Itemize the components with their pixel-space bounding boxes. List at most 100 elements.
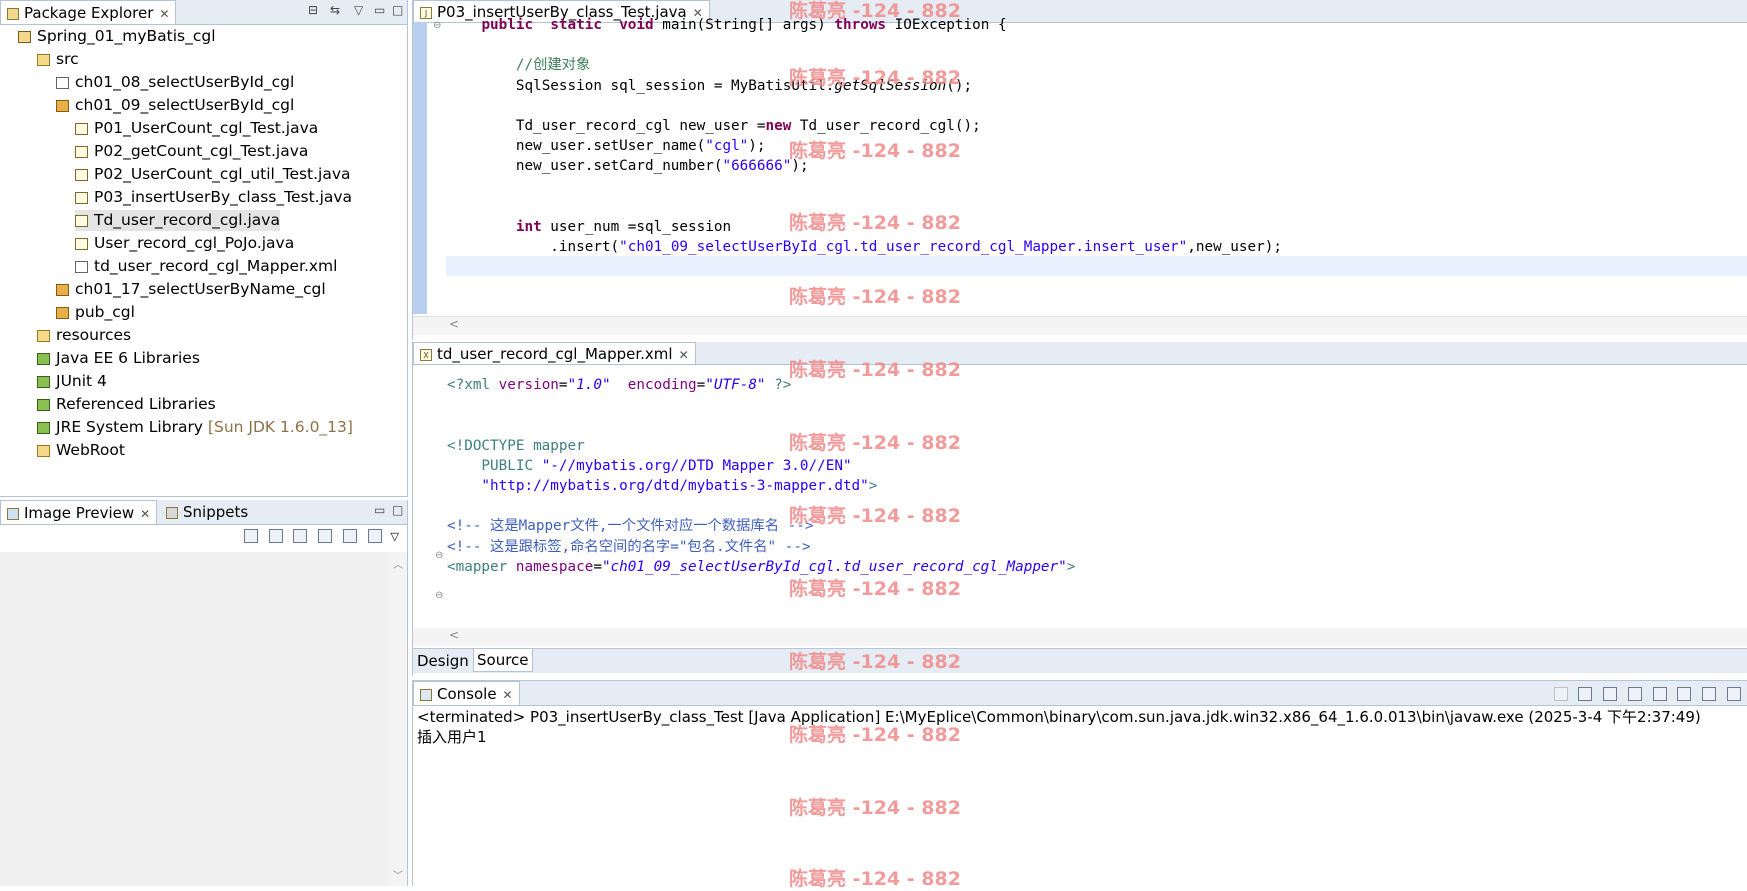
package-explorer-icon [7, 7, 19, 20]
maximize-icon[interactable]: □ [392, 503, 403, 517]
code-token: "UTF-8" [705, 377, 766, 393]
link-icon[interactable] [243, 528, 258, 543]
remove-all-terminated-icon[interactable] [1603, 686, 1618, 701]
close-icon[interactable]: ✕ [159, 7, 169, 21]
java-file-icon: J [420, 6, 432, 19]
tab-package-explorer[interactable]: Package Explorer ✕ [0, 0, 177, 24]
tree-item-label: Td_user_record_cgl.java [94, 211, 280, 229]
show-on-output-icon[interactable] [1677, 686, 1692, 701]
empty-package-icon [56, 76, 69, 89]
image-preview-icon [7, 507, 19, 520]
code-line: PUBLIC "-//mybatis.org//DTD Mapper 3.0//… [447, 457, 851, 475]
scroll-lock-icon[interactable] [1652, 686, 1667, 701]
tree-item[interactable]: ch01_08_selectUserById_cgl [56, 72, 294, 93]
tree-item[interactable]: JUnit 4 [37, 371, 107, 392]
horizontal-scrollbar[interactable]: < [413, 628, 1747, 646]
tab-design[interactable]: Design [417, 651, 469, 671]
view-menu-icon[interactable]: ▽ [354, 3, 363, 17]
code-token: > [1066, 558, 1076, 575]
design-source-tabbar: Design Source [413, 648, 1747, 673]
fit-window-icon[interactable] [367, 528, 382, 543]
code-line: <?xml version="1.0" encoding="UTF-8" ?> [447, 376, 791, 394]
current-line-highlight [446, 256, 1747, 276]
fold-icon[interactable]: ⊖ [433, 20, 441, 31]
close-icon[interactable]: ✕ [503, 688, 513, 702]
tree-item-label: ch01_09_selectUserById_cgl [75, 96, 295, 114]
terminate-icon[interactable] [1553, 686, 1568, 701]
code-token: int [515, 219, 542, 235]
code-token: Td_user_record_cgl(); [791, 118, 981, 134]
horizontal-scrollbar[interactable]: < [413, 316, 1747, 335]
code-line: <!-- 这是Mapper文件,一个文件对应一个数据库名 --> [447, 517, 813, 535]
fold-icon[interactable]: ⊖ [435, 550, 443, 561]
minimize-icon[interactable]: ▭ [374, 3, 385, 17]
source-folder-icon [37, 53, 50, 66]
tree-item[interactable]: P02_getCount_cgl_Test.java [75, 141, 308, 162]
console-view: Console ✕ <terminated> P03_insertUserBy_c… [412, 680, 1747, 886]
tree-item[interactable]: P02_UserCount_cgl_util_Test.java [75, 164, 351, 185]
code-token: <!DOCTYPE mapper [447, 437, 585, 454]
zoom-out-icon[interactable] [293, 528, 308, 543]
tree-item[interactable]: pub_cgl [56, 302, 135, 323]
tree-item[interactable]: Td_user_record_cgl.java [75, 210, 280, 231]
pin-console-icon[interactable] [1727, 686, 1741, 701]
tree-item[interactable]: Referenced Libraries [37, 394, 216, 415]
tree-item[interactable]: JRE System Library [Sun JDK 1.6.0_13] [37, 417, 353, 438]
original-size-icon[interactable] [342, 528, 357, 543]
collapse-all-icon[interactable]: ⊟ [308, 3, 318, 17]
maximize-icon[interactable]: □ [392, 3, 403, 17]
tree-item[interactable]: WebRoot [37, 440, 125, 461]
tree-item[interactable]: ch01_17_selectUserByName_cgl [56, 279, 326, 300]
clear-console-icon[interactable] [1627, 686, 1642, 701]
preview-scrollbar[interactable]: ︿ ﹀ [389, 552, 407, 886]
scroll-left-icon[interactable]: < [449, 628, 459, 642]
scroll-up-icon[interactable]: ︿ [393, 556, 403, 571]
console-status-line: <terminated> P03_insertUserBy_class_Test… [417, 708, 1701, 726]
code-line: //创建对象 [447, 56, 590, 74]
tree-item[interactable]: td_user_record_cgl_Mapper.xml [75, 256, 337, 277]
scroll-left-icon[interactable]: < [449, 317, 459, 331]
code-token: static [550, 17, 602, 33]
tab-xml-file[interactable]: Xtd_user_record_cgl_Mapper.xml ✕ [413, 342, 696, 364]
tree-item[interactable]: P03_insertUserBy_class_Test.java [75, 187, 352, 208]
code-token: = [558, 377, 568, 393]
preview-toolbar: ▽ [238, 526, 399, 548]
fit-icon[interactable] [268, 528, 283, 543]
zoom-in-icon[interactable] [318, 528, 333, 543]
tab-image-preview[interactable]: Image Preview ✕ [0, 500, 158, 524]
tree-item[interactable]: Java EE 6 Libraries [37, 348, 200, 369]
show-on-error-icon[interactable] [1702, 686, 1717, 701]
minimize-icon[interactable]: ▭ [374, 503, 385, 517]
tab-console[interactable]: Console ✕ [413, 681, 520, 705]
tab-source[interactable]: Source [473, 649, 533, 672]
remove-launch-icon[interactable] [1578, 686, 1593, 701]
console-tabbar: Console ✕ [413, 681, 1747, 706]
tree-item[interactable]: User_record_cgl_PoJo.java [75, 233, 294, 254]
code-token: new_user.setCard_number( [515, 158, 723, 175]
tree-item-label: td_user_record_cgl_Mapper.xml [94, 257, 338, 275]
tree-item[interactable]: src [37, 49, 79, 70]
tree-item[interactable]: P01_UserCount_cgl_Test.java [75, 118, 318, 139]
close-icon[interactable]: ✕ [140, 507, 150, 521]
fold-icon[interactable]: ⊖ [435, 590, 443, 601]
code-token: IOException { [886, 17, 1007, 33]
package-explorer-tabbar: Package Explorer ✕ ⊟ ⇆ ▽ ▭ □ [0, 0, 407, 25]
tree-item-label: P02_getCount_cgl_Test.java [94, 142, 309, 160]
package-explorer-view: Package Explorer ✕ ⊟ ⇆ ▽ ▭ □ Spring_01_my… [0, 0, 408, 497]
link-with-editor-icon[interactable]: ⇆ [330, 3, 340, 17]
source-folder-icon [37, 329, 50, 342]
library-icon [37, 352, 50, 365]
chevron-down-icon[interactable]: ▽ [391, 530, 399, 543]
code-token: PUBLIC [447, 457, 542, 474]
close-icon[interactable]: ✕ [679, 348, 689, 362]
scroll-down-icon[interactable]: ﹀ [393, 867, 403, 882]
library-icon [37, 398, 50, 411]
tree-item-label: resources [56, 326, 132, 344]
code-token: = [696, 377, 706, 393]
tab-snippets[interactable]: Snippets [160, 500, 255, 524]
tree-item[interactable]: resources [37, 325, 131, 346]
code-line: new_user.setCard_number("666666"); [447, 157, 809, 175]
tree-item[interactable]: Spring_01_myBatis_cgl [18, 26, 216, 47]
code-token: ); [791, 158, 809, 175]
tree-item[interactable]: ch01_09_selectUserById_cgl [56, 95, 294, 116]
